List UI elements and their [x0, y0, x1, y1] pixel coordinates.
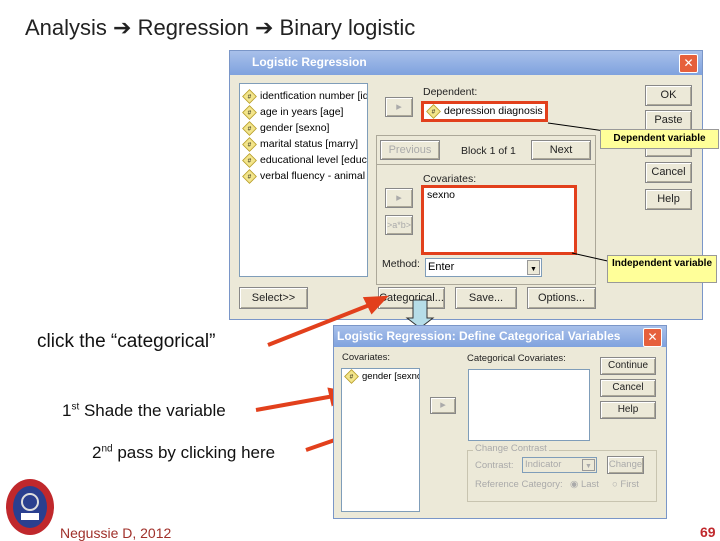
- contrast-label: Contrast:: [475, 460, 514, 471]
- covariates-list[interactable]: # gender [sexno: [341, 368, 420, 512]
- cancel-button[interactable]: Cancel: [600, 379, 656, 397]
- instruction-categorical: click the “categorical”: [37, 331, 216, 352]
- instruction-step2: 2nd pass by clicking here: [92, 443, 275, 463]
- change-button[interactable]: Change: [607, 456, 644, 474]
- radio-first[interactable]: ○ First: [612, 479, 639, 490]
- arrowhead-icon: [362, 295, 389, 315]
- categorical-covariates-label: Categorical Covariates:: [467, 353, 566, 364]
- help-button[interactable]: Help: [600, 401, 656, 419]
- numeric-variable-icon: #: [344, 369, 359, 384]
- dependent-variable-callout: Dependent variable: [600, 129, 719, 149]
- contrast-select[interactable]: Indicator ▼: [522, 457, 597, 473]
- step-text: pass by clicking here: [112, 443, 276, 462]
- dialog-title-bar: Logistic Regression: Define Categorical …: [334, 326, 666, 347]
- step-suffix: nd: [101, 443, 113, 455]
- radio-first-label: First: [620, 479, 639, 490]
- dialog-title: Logistic Regression: Define Categorical …: [337, 329, 621, 343]
- continue-button[interactable]: Continue: [600, 357, 656, 375]
- university-logo: [6, 479, 54, 535]
- contrast-value: Indicator: [525, 459, 562, 470]
- list-item[interactable]: # gender [sexno: [342, 369, 419, 385]
- variable-label: gender [sexno: [362, 371, 419, 382]
- close-icon[interactable]: ✕: [643, 328, 662, 347]
- radio-last-label: Last: [580, 479, 599, 490]
- radio-last[interactable]: ◉ Last: [570, 479, 599, 490]
- move-to-categorical-button[interactable]: ▸: [430, 397, 456, 414]
- chevron-down-icon[interactable]: ▼: [582, 459, 595, 471]
- down-arrow-icon: [405, 299, 435, 329]
- categorical-covariates-list[interactable]: [468, 369, 590, 441]
- reference-category-label: Reference Category:: [475, 479, 563, 490]
- step-text: Shade the variable: [79, 401, 226, 420]
- covariates-label: Covariates:: [342, 352, 391, 363]
- page-number: 69: [700, 524, 716, 540]
- change-contrast-label: Change Contrast: [473, 443, 549, 454]
- independent-leader-line: [571, 252, 613, 263]
- footer-author: Negussie D, 2012: [60, 525, 172, 541]
- independent-variable-callout: Independent variable: [607, 255, 717, 283]
- instruction-step1: 1st Shade the variable: [62, 401, 226, 421]
- arrow-to-variable: [255, 394, 335, 412]
- dependent-leader-line: [547, 122, 606, 132]
